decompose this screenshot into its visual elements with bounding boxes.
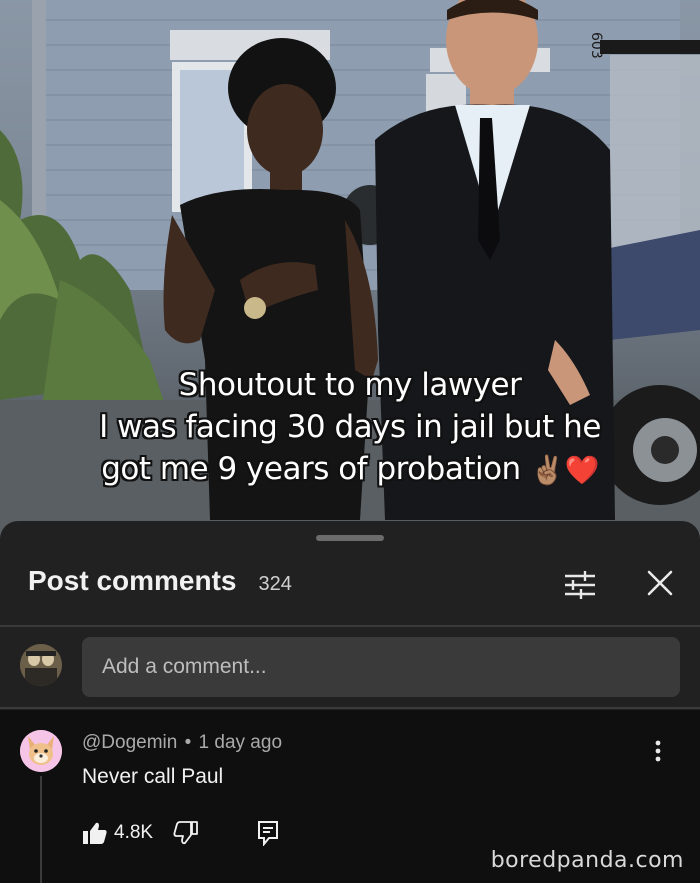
current-user-avatar [20,644,62,686]
comment-meta: @Dogemin • 1 day ago [82,732,282,754]
close-icon [647,570,673,596]
close-button[interactable] [642,565,678,601]
caption-line-3: got me 9 years of probation ✌🏽❤️ [0,448,700,492]
filter-button[interactable] [560,565,600,605]
meta-separator: • [184,732,192,753]
reply-button[interactable] [257,820,279,846]
filter-icon [565,571,595,599]
comment-actions: 4.8K [82,818,279,848]
more-vertical-icon [655,740,661,762]
dislike-button[interactable] [173,821,199,845]
comment-text: Never call Paul [82,765,224,788]
photo-caption: Shoutout to my lawyer I was facing 30 da… [0,364,700,492]
comment-time: 1 day ago [198,732,283,753]
avatar-image [20,644,62,686]
header-divider [0,625,700,627]
dog-avatar-image [20,730,62,772]
sheet-header: Post comments 324 [28,565,292,605]
reply-icon [258,821,279,846]
caption-line-3-text: got me 9 years of probation [101,451,521,487]
comment-more-button[interactable] [646,736,670,766]
thread-line [40,776,42,883]
house-number: 603 [588,32,604,59]
watermark: boredpanda.com [490,848,684,873]
comment-author-avatar[interactable] [20,730,62,772]
caption-line-1: Shoutout to my lawyer [178,367,522,403]
caption-line-2: I was facing 30 days in jail but he [99,409,601,445]
drag-handle[interactable] [316,535,384,541]
sheet-title: Post comments [28,565,237,596]
like-button[interactable]: 4.8K [82,821,153,845]
caption-emojis: ✌🏽❤️ [530,453,599,487]
comment-count: 324 [258,573,292,595]
input-divider [0,707,700,709]
comment-input[interactable] [82,637,680,697]
comment-item: @Dogemin • 1 day ago Never call Paul 4.8… [0,710,700,883]
post-photo: 603 Shoutout to my lawyer I was facing 3… [0,0,700,540]
thumb-down-icon [173,821,198,845]
like-count: 4.8K [114,822,154,843]
thumb-up-icon [83,822,107,844]
comment-author[interactable]: @Dogemin [82,732,177,753]
